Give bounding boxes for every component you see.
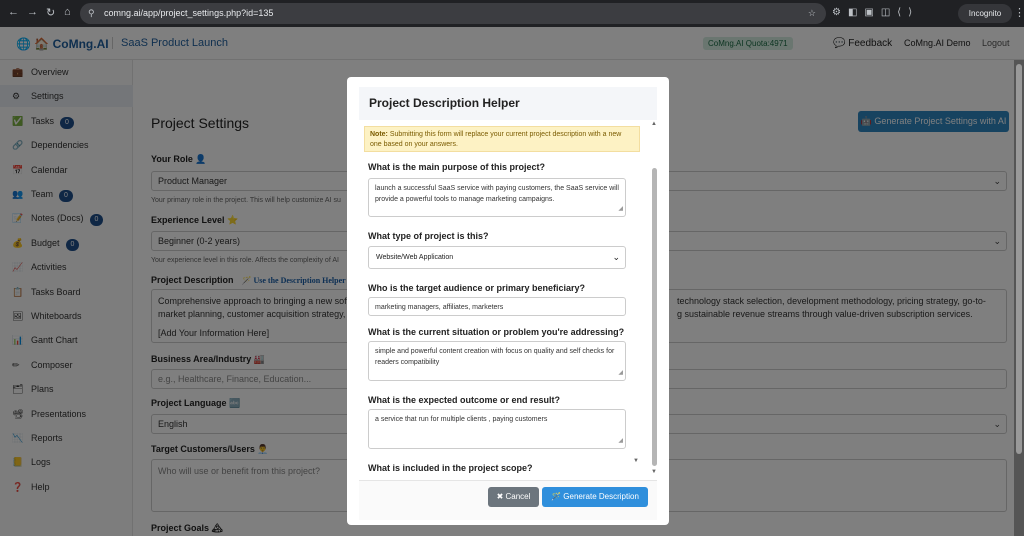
scroll-down-arrow-icon[interactable]: ▼ xyxy=(651,469,657,475)
cancel-button[interactable]: ✖ Cancel xyxy=(488,487,539,507)
generate-description-button[interactable]: 🪄 Generate Description xyxy=(542,487,648,507)
question-type: What type of project is this? xyxy=(368,231,489,241)
purpose-answer: launch a successful SaaS service with pa… xyxy=(375,185,619,203)
note-bold: Note: xyxy=(370,131,388,138)
modal-form: What is the main purpose of this project… xyxy=(359,162,653,480)
outcome-textarea[interactable]: a service that run for multiple clients … xyxy=(368,409,626,449)
audience-input[interactable]: marketing managers, affiliates, marketer… xyxy=(368,297,626,316)
modal-scrollbar-thumb[interactable] xyxy=(652,168,657,466)
project-type-value: Website/Web Application xyxy=(376,254,454,261)
modal-note: Note: Submitting this form will replace … xyxy=(364,126,640,152)
address-text: comng.ai/app/project_settings.php?id=135 xyxy=(104,8,274,18)
modal-title: Project Description Helper xyxy=(359,87,657,120)
resize-grip-icon[interactable]: ◢ xyxy=(618,204,623,215)
scroll-up-arrow-icon[interactable]: ▲ xyxy=(651,121,657,127)
purpose-textarea[interactable]: launch a successful SaaS service with pa… xyxy=(368,178,626,217)
question-outcome: What is the expected outcome or end resu… xyxy=(368,395,561,405)
resize-grip-icon[interactable]: ◢ xyxy=(618,436,623,447)
question-problem: What is the current situation or problem… xyxy=(368,327,625,337)
browser-menu-icon[interactable]: ⋮ xyxy=(1014,6,1024,19)
note-text: Submitting this form will replace your c… xyxy=(370,131,622,148)
page-scrollbar-thumb[interactable] xyxy=(1016,64,1022,454)
question-scope: What is included in the project scope? xyxy=(368,463,533,473)
outcome-answer: a service that run for multiple clients … xyxy=(375,416,548,423)
audience-answer: marketing managers, affiliates, marketer… xyxy=(375,304,504,311)
description-helper-modal: Project Description Helper Note: Submitt… xyxy=(347,77,669,525)
back-icon[interactable]: ← xyxy=(8,6,19,18)
reload-icon[interactable]: ↻ xyxy=(46,6,55,19)
site-info-icon[interactable]: ⚲ xyxy=(88,3,95,24)
forward-icon[interactable]: → xyxy=(27,6,38,18)
problem-textarea[interactable]: simple and powerful content creation wit… xyxy=(368,341,626,381)
question-purpose: What is the main purpose of this project… xyxy=(368,162,546,172)
scroll-down-arrow-icon[interactable]: ▼ xyxy=(633,458,639,464)
extensions-icon[interactable]: ⚙◧▣◫⟨⟩ xyxy=(832,7,919,18)
chevron-down-icon: ⌄ xyxy=(612,252,620,262)
project-type-select[interactable]: Website/Web Application ⌄ xyxy=(368,246,626,269)
question-audience: Who is the target audience or primary be… xyxy=(368,283,586,293)
incognito-badge[interactable]: Incognito xyxy=(958,4,1012,23)
resize-grip-icon[interactable]: ◢ xyxy=(618,368,623,379)
address-bar[interactable]: ⚲ comng.ai/app/project_settings.php?id=1… xyxy=(80,3,826,24)
browser-chrome: ← → ↻ ⌂ ⚲ comng.ai/app/project_settings.… xyxy=(0,0,1024,27)
home-icon[interactable]: ⌂ xyxy=(64,6,71,18)
bookmark-star-icon[interactable]: ☆ xyxy=(808,3,816,24)
problem-answer: simple and powerful content creation wit… xyxy=(375,348,615,366)
